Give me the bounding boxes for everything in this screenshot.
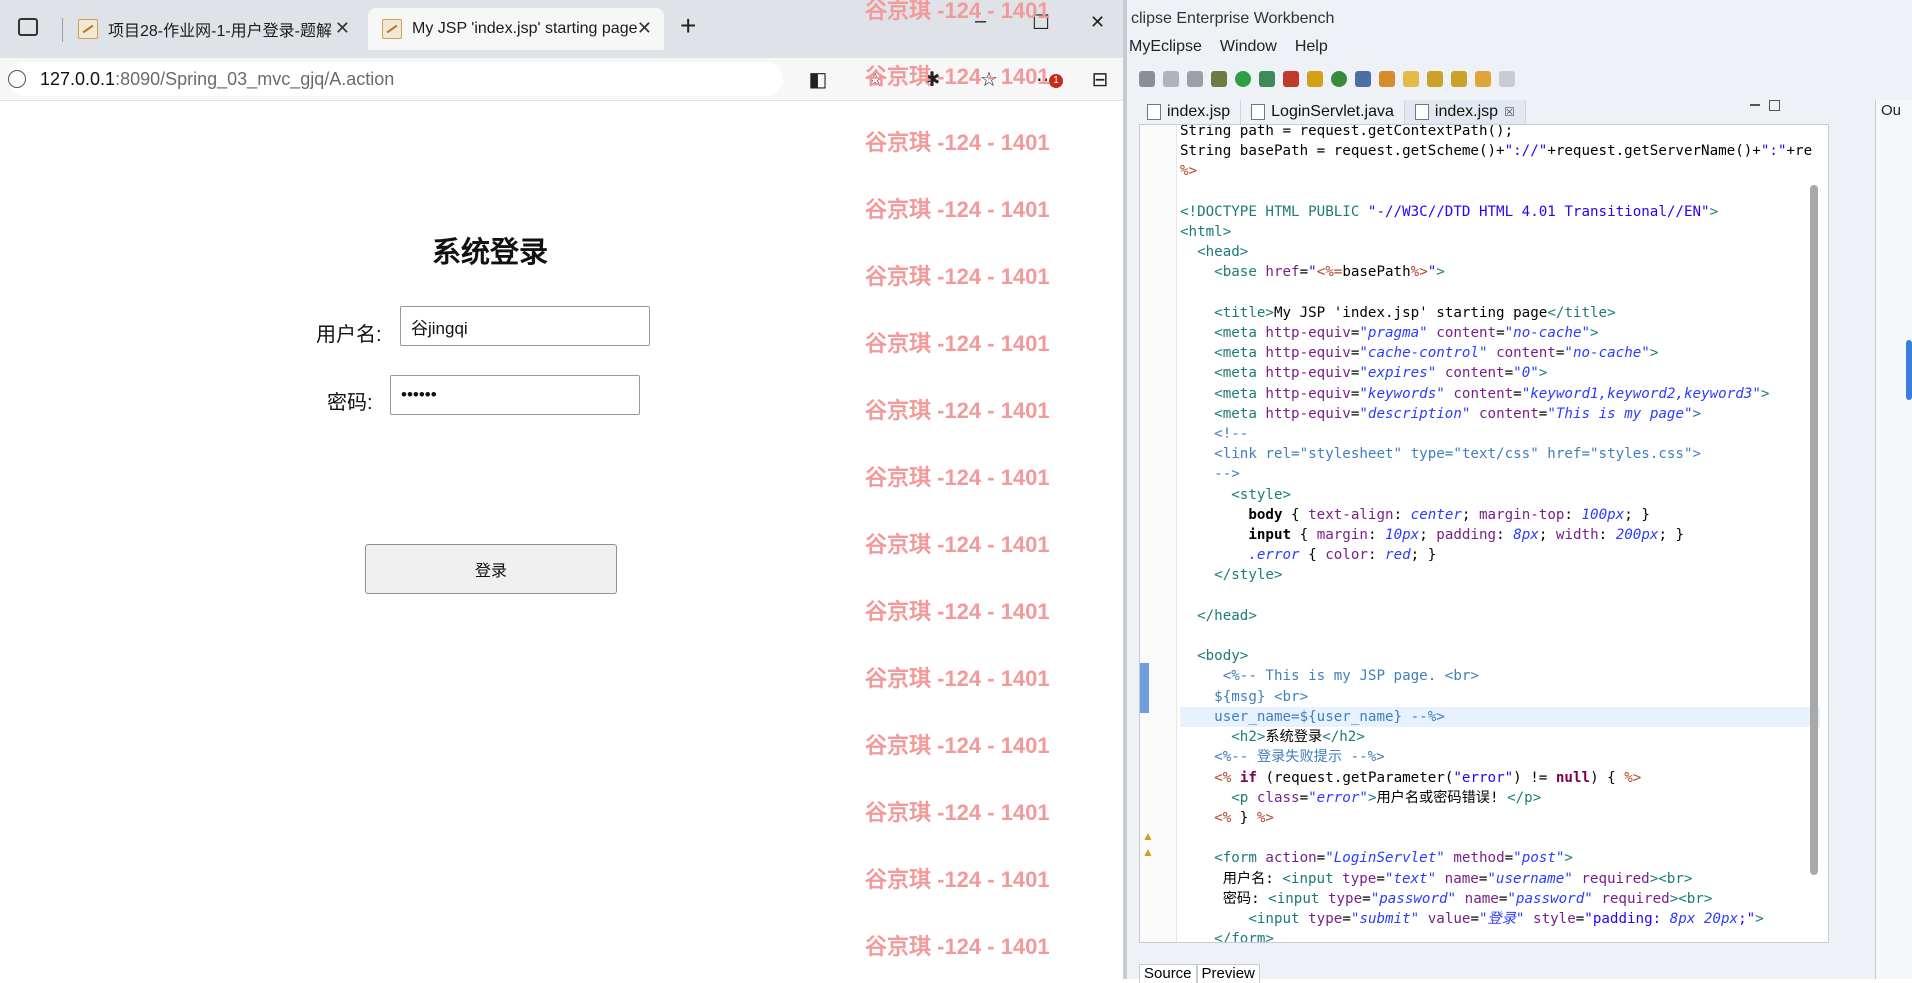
- watermark-text: 谷京琪 -124 - 1401: [865, 264, 1050, 289]
- notification-badge: 1: [1049, 74, 1063, 88]
- close-editor-tab-icon[interactable]: ☒: [1504, 105, 1515, 119]
- warning-icon: ▲: [1142, 829, 1154, 843]
- jsp-file-icon: [1414, 104, 1429, 120]
- tab-active-jsp[interactable]: My JSP 'index.jsp' starting page ✕: [368, 8, 664, 50]
- next-annotation-icon[interactable]: [1427, 71, 1443, 87]
- globe-icon: [8, 70, 26, 88]
- password-input[interactable]: ••••••: [390, 375, 640, 415]
- username-label: 用户名:: [316, 324, 382, 346]
- login-button[interactable]: 登录: [365, 544, 617, 594]
- warning-icon: ▲: [1142, 845, 1154, 859]
- username-input[interactable]: 谷jingqi: [400, 306, 650, 346]
- ide-toolbar: [1139, 66, 1515, 92]
- print-icon[interactable]: [1187, 71, 1203, 87]
- menu-window[interactable]: Window: [1220, 38, 1277, 62]
- server-icon[interactable]: [1355, 71, 1371, 87]
- tab-label: 项目28-作业网-1-用户登录-题解: [108, 23, 333, 40]
- url-host: 127.0.0.1: [40, 68, 116, 89]
- forward-icon[interactable]: [1499, 71, 1515, 87]
- run-config-icon[interactable]: [1259, 71, 1275, 87]
- watermark-text: 谷京琪 -124 - 1401: [865, 197, 1050, 222]
- editor-tab-label: index.jsp: [1434, 103, 1499, 120]
- editor-tab-index-jsp[interactable]: index.jsp: [1137, 100, 1242, 124]
- refresh-icon[interactable]: [1331, 71, 1347, 87]
- outline-scrollbar[interactable]: [1906, 340, 1912, 400]
- browser-window: 项目28-作业网-1-用户登录-题解 ✕ My JSP 'index.jsp' …: [0, 0, 1123, 979]
- jsp-file-icon: [1147, 104, 1161, 120]
- outline-label[interactable]: Ou: [1881, 102, 1901, 119]
- java-file-icon: [1251, 104, 1266, 120]
- tab-actions-icon[interactable]: [18, 18, 38, 36]
- editor-tabs: index.jsp LoginServlet.java index.jsp ☒: [1137, 100, 1802, 124]
- split-screen-icon[interactable]: ◧: [803, 64, 833, 94]
- url-path: :8090/Spring_03_mvc_gjq/A.action: [115, 68, 395, 89]
- watermark-text: 谷京琪 -124 - 1401: [865, 800, 1050, 825]
- debug-icon[interactable]: [1211, 71, 1227, 87]
- code-text: String path = request.getContextPath(); …: [1180, 125, 1820, 942]
- new-tab-button[interactable]: +: [680, 10, 696, 42]
- editor-tab-loginservlet[interactable]: LoginServlet.java: [1241, 100, 1405, 124]
- minimize-editor-icon[interactable]: [1750, 104, 1760, 106]
- watermark-text: 谷京琪 -124 - 1401: [865, 867, 1050, 892]
- prev-annotation-icon[interactable]: [1451, 71, 1467, 87]
- site-favicon-icon: [78, 19, 98, 39]
- tab-divider: [62, 18, 63, 42]
- ide-title: clipse Enterprise Workbench: [1131, 10, 1335, 27]
- menu-myeclipse[interactable]: MyEclipse: [1129, 38, 1202, 62]
- watermark-text: 谷京琪 -124 - 1401: [865, 130, 1050, 155]
- ide-window: clipse Enterprise Workbench MyEclipse Wi…: [1123, 0, 1912, 983]
- wizard-icon[interactable]: [1379, 71, 1395, 87]
- close-tab-icon[interactable]: ✕: [335, 18, 350, 39]
- watermark-text: 谷京琪 -124 - 1401: [865, 666, 1050, 691]
- watermark-text: 谷京琪 -124 - 1401: [865, 398, 1050, 423]
- watermark-text: 谷京琪 -124 - 1401: [865, 934, 1050, 959]
- change-marker: [1140, 663, 1149, 713]
- watermark-text: 谷京琪 -124 - 1401: [865, 599, 1050, 624]
- watermark-text: 谷京琪 -124 - 1401: [865, 532, 1050, 557]
- code-editor[interactable]: ▲ ▲ String path = request.getContextPath…: [1139, 124, 1829, 943]
- close-tab-icon[interactable]: ✕: [637, 18, 652, 39]
- back-icon[interactable]: [1475, 71, 1491, 87]
- new-icon[interactable]: [1139, 71, 1155, 87]
- deploy-icon[interactable]: [1307, 71, 1323, 87]
- page-viewport: 系统登录 用户名: 谷jingqi 密码: •••••• 登录 谷京琪 -124…: [0, 0, 1123, 979]
- url-field[interactable]: 127.0.0.1:8090/Spring_03_mvc_gjq/A.actio…: [8, 62, 783, 96]
- tab-source[interactable]: Source: [1139, 964, 1197, 983]
- maximize-editor-icon[interactable]: [1769, 100, 1780, 111]
- save-icon[interactable]: [1163, 71, 1179, 87]
- site-favicon-icon: [382, 19, 402, 39]
- external-tools-icon[interactable]: [1283, 71, 1299, 87]
- watermark-text: 谷京琪 -124 - 1401: [865, 0, 1050, 23]
- menu-help[interactable]: Help: [1295, 38, 1328, 62]
- close-window-button[interactable]: ✕: [1090, 12, 1105, 33]
- watermark-text: 谷京琪 -124 - 1401: [865, 64, 1050, 89]
- watermark-text: 谷京琪 -124 - 1401: [865, 733, 1050, 758]
- ide-menubar: MyEclipse Window Help: [1127, 38, 1328, 62]
- run-icon[interactable]: [1235, 71, 1251, 87]
- vertical-scrollbar[interactable]: [1810, 185, 1818, 875]
- tab-project28[interactable]: 项目28-作业网-1-用户登录-题解 ✕: [64, 8, 362, 50]
- tab-label: My JSP 'index.jsp' starting page: [412, 20, 638, 37]
- sidebar-toggle-icon[interactable]: ⊟: [1085, 64, 1115, 94]
- watermark-text: 谷京琪 -124 - 1401: [865, 465, 1050, 490]
- watermark-text: 谷京琪 -124 - 1401: [865, 331, 1050, 356]
- editor-tab-index-jsp-active[interactable]: index.jsp ☒: [1404, 100, 1526, 124]
- editor-gutter: ▲ ▲: [1140, 125, 1177, 942]
- folder-icon[interactable]: [1403, 71, 1419, 87]
- editor-tab-label: index.jsp: [1167, 103, 1231, 120]
- password-label: 密码:: [327, 392, 373, 414]
- editor-tab-label: LoginServlet.java: [1271, 103, 1394, 120]
- editor-bottom-tabs: Source Preview: [1139, 964, 1260, 983]
- outline-panel: Ou: [1875, 100, 1912, 979]
- tab-preview[interactable]: Preview: [1196, 964, 1260, 983]
- page-title: 系统登录: [431, 237, 548, 269]
